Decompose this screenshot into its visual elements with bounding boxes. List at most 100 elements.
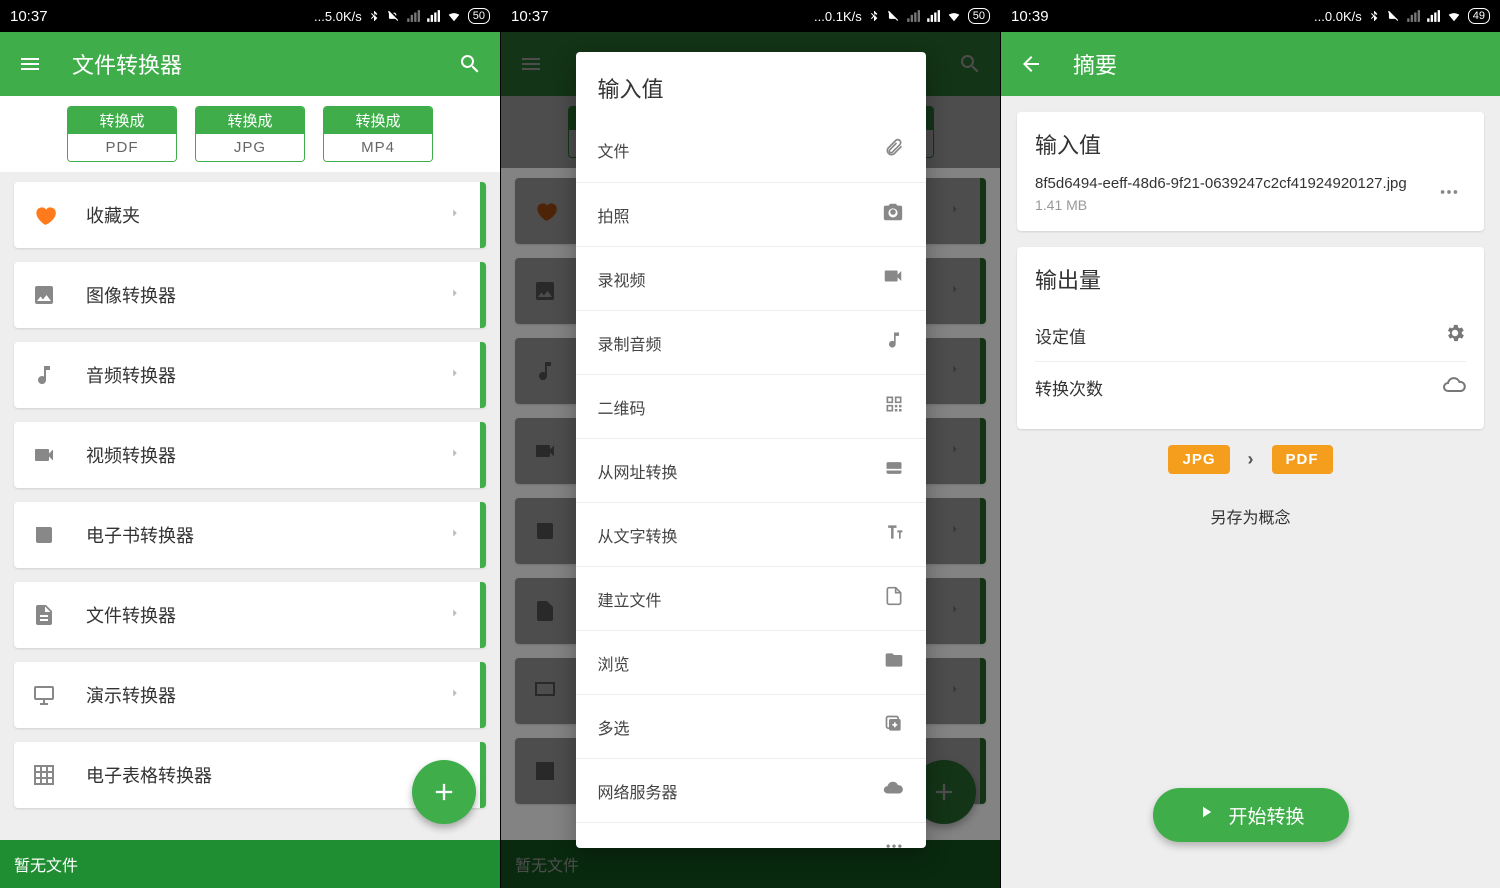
status-time: 10:39 [1011,8,1049,25]
dialog-item-text[interactable]: 从文字转换 [576,502,926,566]
signal2-icon [926,9,940,23]
search-icon[interactable] [456,50,484,78]
format-row: JPG › PDF [1017,445,1484,474]
dialog-title: 输入值 [576,52,926,118]
count-label: 转换次数 [1035,375,1103,400]
qrcode-icon [884,394,904,419]
bottom-bar-text: 暂无文件 [14,852,78,876]
heart-icon [32,202,72,228]
dialog-item-browse[interactable]: 浏览 [576,630,926,694]
list-item-video[interactable]: 视频转换器 [14,422,486,488]
bluetooth-icon [368,9,380,23]
status-speed: ...0.0K/s [1314,9,1362,24]
count-row[interactable]: 转换次数 [1035,361,1466,413]
quick-convert-pdf[interactable]: 转换成 PDF [67,106,177,162]
wifi-icon [1446,9,1462,23]
quick-convert-mp4[interactable]: 转换成 MP4 [323,106,433,162]
screen-dialog: 10:37 ...0.1K/s 50 文件转换器 暂无文 [500,0,1000,888]
dialog-item-file[interactable]: 文件 [576,118,926,182]
chevron-right-icon [448,446,462,465]
list-item-presentation[interactable]: 演示转换器 [14,662,486,728]
settings-label: 设定值 [1035,323,1086,348]
list-item-label: 音频转换器 [86,362,448,388]
list-item-label: 收藏夹 [86,202,448,228]
status-speed: ...5.0K/s [314,9,362,24]
mute-icon [886,9,900,23]
dialog-item-audio[interactable]: 录制音频 [576,310,926,374]
signal1-icon [1406,9,1420,23]
status-speed: ...0.1K/s [814,9,862,24]
chevron-right-icon [448,366,462,385]
bottom-bar: 暂无文件 [0,840,500,888]
list-item-label: 演示转换器 [86,682,448,708]
gear-icon [1444,322,1466,349]
image-icon [32,283,72,307]
status-right: ...0.0K/s 49 [1314,8,1490,24]
quick-convert-label: 转换成 [324,107,432,134]
dialog-item-camera[interactable]: 拍照 [576,182,926,246]
quick-format: MP4 [324,134,432,161]
output-section: 输出量 设定值 转换次数 [1017,247,1484,429]
format-from[interactable]: JPG [1168,445,1229,474]
document-icon [32,603,72,627]
list-item-label: 文件转换器 [86,602,448,628]
app-bar: 文件转换器 [0,32,500,96]
back-icon[interactable] [1017,50,1045,78]
dialog-scrim[interactable]: 输入值 文件 拍照 录视频 录制音频 二维码 从网址转换 从文字转换 建立文件 … [501,32,1000,888]
mute-icon [1386,9,1400,23]
dialog-item-qrcode[interactable]: 二维码 [576,374,926,438]
videocam-icon [32,443,72,467]
file-row: 8f5d6494-eeff-48d6-9f21-0639247c2cf41924… [1035,174,1466,215]
dialog-item-multi[interactable]: 多选 [576,694,926,758]
list-item-audio[interactable]: 音频转换器 [14,342,486,408]
output-section-title: 输出量 [1035,263,1466,295]
status-right: ...0.1K/s 50 [814,8,990,24]
chevron-right-icon [448,206,462,225]
list-item-image[interactable]: 图像转换器 [14,262,486,328]
signal2-icon [426,9,440,23]
status-bar: 10:37 ...5.0K/s 50 [0,0,500,32]
app-title: 文件转换器 [72,48,428,80]
start-convert-button[interactable]: 开始转换 [1152,788,1348,842]
dialog-item-apps[interactable]: 其他应用 [576,822,926,848]
quick-convert-row: 转换成 PDF 转换成 JPG 转换成 MP4 [0,96,500,172]
status-bar: 10:37 ...0.1K/s 50 [501,0,1000,32]
folder-icon [884,650,904,675]
screen-summary: 10:39 ...0.0K/s 49 摘要 输入值 8f5d6494-eeff-… [1000,0,1500,888]
fab-add[interactable] [412,760,476,824]
battery-icon: 50 [968,8,990,24]
signal1-icon [406,9,420,23]
music-icon [884,330,904,355]
list-item-label: 视频转换器 [86,442,448,468]
list-item-favorites[interactable]: 收藏夹 [14,182,486,248]
status-time: 10:37 [10,8,48,25]
play-icon [1196,803,1214,827]
grid-icon [32,763,72,787]
apps-icon [884,842,904,848]
list-item-document[interactable]: 文件转换器 [14,582,486,648]
chevron-right-icon [448,686,462,705]
dialog-item-url[interactable]: 从网址转换 [576,438,926,502]
dialog-item-video[interactable]: 录视频 [576,246,926,310]
dialog-list: 文件 拍照 录视频 录制音频 二维码 从网址转换 从文字转换 建立文件 浏览 多… [576,118,926,848]
battery-icon: 50 [468,8,490,24]
file-size: 1.41 MB [1035,196,1420,215]
quick-convert-jpg[interactable]: 转换成 JPG [195,106,305,162]
chevron-right-icon [448,526,462,545]
menu-icon[interactable] [16,50,44,78]
more-icon[interactable] [1432,175,1466,214]
text-icon [884,522,904,547]
dialog-item-newfile[interactable]: 建立文件 [576,566,926,630]
save-as-concept[interactable]: 另存为概念 [1017,504,1484,528]
app-bar: 摘要 [1001,32,1500,96]
bluetooth-icon [1368,9,1380,23]
format-to[interactable]: PDF [1272,445,1333,474]
quick-convert-label: 转换成 [196,107,304,134]
list-item-label: 电子书转换器 [86,522,448,548]
dialog-item-cloud[interactable]: 网络服务器 [576,758,926,822]
list-item-ebook[interactable]: 电子书转换器 [14,502,486,568]
music-note-icon [32,363,72,387]
chevron-right-icon [448,606,462,625]
quick-format: PDF [68,134,176,161]
settings-row[interactable]: 设定值 [1035,309,1466,361]
